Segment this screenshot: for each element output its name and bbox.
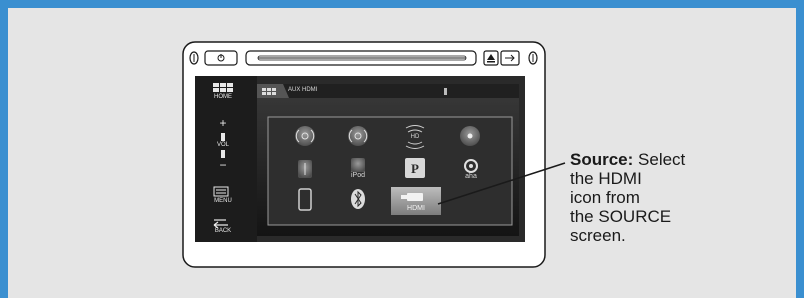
pandora-label: P — [411, 161, 419, 176]
signal-indicator — [444, 88, 447, 95]
hd-radio-label: HD — [410, 134, 420, 140]
callout-text: Source: Select the HDMI icon from the SO… — [570, 150, 770, 245]
vol-plus-button[interactable]: + — [208, 116, 238, 130]
fm-radio-icon — [295, 126, 315, 146]
ipod-label: iPod — [350, 172, 365, 179]
callout-line-4: the SOURCE — [570, 207, 672, 226]
callout-line-2: the HDMI — [570, 169, 642, 188]
head-unit-diagram — [182, 41, 566, 268]
menu-label[interactable]: MENU — [208, 198, 238, 204]
aha-label: aha — [465, 173, 477, 180]
callout-line-3: icon from — [570, 188, 640, 207]
back-label[interactable]: BACK — [208, 228, 238, 234]
screen-header-text: AUX HDMI — [288, 87, 318, 93]
vol-label: VOL — [216, 142, 229, 148]
home-label[interactable]: HOME — [208, 94, 238, 100]
ipod-icon — [351, 158, 365, 172]
callout-bold: Source: — [570, 150, 634, 169]
callout-line-1: Select — [633, 150, 686, 169]
hdmi-icon — [407, 193, 423, 201]
vol-minus-button[interactable]: − — [208, 158, 238, 172]
callout-line-5: screen. — [570, 226, 626, 245]
am-radio-icon — [348, 126, 368, 146]
hdmi-label[interactable]: HDMI — [402, 205, 430, 212]
